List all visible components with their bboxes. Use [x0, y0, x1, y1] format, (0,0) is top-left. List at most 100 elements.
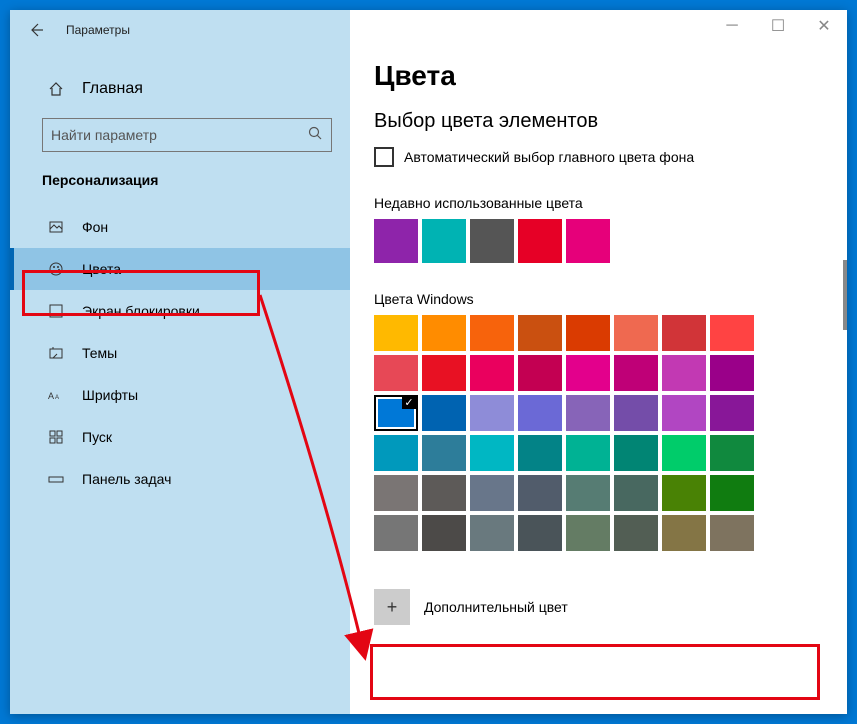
windows-color-swatch[interactable] [614, 435, 658, 471]
checkbox-icon[interactable] [374, 147, 394, 167]
recent-color-swatch[interactable] [470, 219, 514, 263]
custom-color-label: Дополнительный цвет [424, 599, 568, 615]
windows-color-swatch[interactable] [662, 395, 706, 431]
home-icon [46, 81, 66, 97]
nav-icon [46, 219, 66, 235]
windows-color-swatch[interactable] [662, 315, 706, 351]
nav-label: Цвета [82, 261, 121, 277]
windows-color-swatch[interactable] [662, 475, 706, 511]
windows-color-swatch[interactable] [422, 435, 466, 471]
windows-color-swatch[interactable] [374, 355, 418, 391]
home-link[interactable]: Главная [10, 70, 350, 108]
windows-color-swatch[interactable] [566, 355, 610, 391]
windows-color-swatch[interactable] [662, 355, 706, 391]
nav-icon [46, 471, 66, 487]
windows-color-swatch[interactable] [566, 515, 610, 551]
section-heading: Выбор цвета элементов [374, 110, 817, 133]
windows-color-swatch[interactable] [566, 475, 610, 511]
windows-color-swatch[interactable] [710, 435, 754, 471]
windows-color-swatch[interactable] [566, 435, 610, 471]
nav-label: Экран блокировки [82, 303, 200, 319]
windows-color-swatch[interactable] [518, 435, 562, 471]
home-label: Главная [82, 80, 143, 98]
recent-color-swatch[interactable] [374, 219, 418, 263]
windows-color-swatch[interactable] [662, 515, 706, 551]
nav-icon [46, 345, 66, 361]
recent-color-swatch[interactable] [518, 219, 562, 263]
windows-color-swatch[interactable] [374, 515, 418, 551]
nav-icon [46, 303, 66, 319]
windows-color-swatch[interactable] [422, 475, 466, 511]
back-arrow-icon[interactable] [24, 18, 48, 42]
windows-color-swatch[interactable] [710, 315, 754, 351]
windows-color-swatch[interactable] [470, 395, 514, 431]
windows-color-swatch[interactable] [422, 515, 466, 551]
windows-color-swatch[interactable] [710, 395, 754, 431]
nav-label: Шрифты [82, 387, 138, 403]
windows-color-swatch[interactable] [710, 515, 754, 551]
titlebar: Параметры [10, 10, 350, 50]
nav-icon: AA [46, 388, 66, 402]
nav-icon [46, 429, 66, 445]
custom-color-button[interactable]: + Дополнительный цвет [374, 579, 817, 635]
sidebar-item-2[interactable]: Экран блокировки [10, 290, 350, 332]
windows-color-swatch[interactable] [566, 315, 610, 351]
windows-color-swatch[interactable] [470, 515, 514, 551]
windows-color-swatch[interactable] [518, 315, 562, 351]
windows-color-swatch[interactable] [614, 395, 658, 431]
search-icon [307, 125, 323, 146]
settings-window: ─ ☐ ✕ Параметры Главная Персонализация Ф… [10, 10, 847, 714]
nav-label: Темы [82, 345, 117, 361]
windows-color-swatch[interactable] [614, 355, 658, 391]
svg-text:A: A [48, 391, 54, 401]
windows-color-swatch[interactable] [422, 355, 466, 391]
windows-color-swatch[interactable] [710, 475, 754, 511]
windows-color-swatch[interactable] [422, 315, 466, 351]
nav-icon [46, 261, 66, 277]
scrollbar[interactable] [843, 260, 847, 330]
windows-color-swatch[interactable] [422, 395, 466, 431]
windows-color-swatch[interactable] [374, 395, 418, 431]
windows-color-swatch[interactable] [470, 475, 514, 511]
sidebar: Параметры Главная Персонализация Фон Цвет… [10, 10, 350, 714]
sidebar-item-0[interactable]: Фон [10, 206, 350, 248]
sidebar-item-4[interactable]: AA Шрифты [10, 374, 350, 416]
windows-color-swatch[interactable] [470, 355, 514, 391]
windows-colors-grid [374, 315, 817, 551]
plus-icon: + [374, 589, 410, 625]
recent-colors-label: Недавно использованные цвета [374, 195, 817, 211]
windows-color-swatch[interactable] [662, 435, 706, 471]
windows-colors-label: Цвета Windows [374, 291, 817, 307]
windows-color-swatch[interactable] [518, 475, 562, 511]
windows-color-swatch[interactable] [374, 435, 418, 471]
windows-color-swatch[interactable] [374, 475, 418, 511]
windows-color-swatch[interactable] [614, 515, 658, 551]
sidebar-item-1[interactable]: Цвета [10, 248, 350, 290]
search-box[interactable] [42, 118, 332, 152]
nav-label: Фон [82, 219, 108, 235]
sidebar-item-6[interactable]: Панель задач [10, 458, 350, 500]
window-title: Параметры [66, 23, 130, 37]
sidebar-item-3[interactable]: Темы [10, 332, 350, 374]
auto-color-label: Автоматический выбор главного цвета фона [404, 149, 694, 165]
windows-color-swatch[interactable] [374, 315, 418, 351]
windows-color-swatch[interactable] [470, 435, 514, 471]
windows-color-swatch[interactable] [470, 315, 514, 351]
nav-label: Пуск [82, 429, 112, 445]
windows-color-swatch[interactable] [614, 315, 658, 351]
windows-color-swatch[interactable] [518, 355, 562, 391]
windows-color-swatch[interactable] [518, 515, 562, 551]
svg-text:A: A [55, 395, 59, 401]
windows-color-swatch[interactable] [566, 395, 610, 431]
windows-color-swatch[interactable] [614, 475, 658, 511]
windows-color-swatch[interactable] [710, 355, 754, 391]
recent-color-swatch[interactable] [422, 219, 466, 263]
auto-color-checkbox-row[interactable]: Автоматический выбор главного цвета фона [374, 147, 817, 167]
sidebar-item-5[interactable]: Пуск [10, 416, 350, 458]
category-heading: Персонализация [10, 166, 350, 206]
recent-color-swatch[interactable] [566, 219, 610, 263]
search-input[interactable] [51, 127, 307, 143]
windows-color-swatch[interactable] [518, 395, 562, 431]
page-title: Цвета [374, 60, 817, 92]
recent-colors-row [374, 219, 817, 263]
